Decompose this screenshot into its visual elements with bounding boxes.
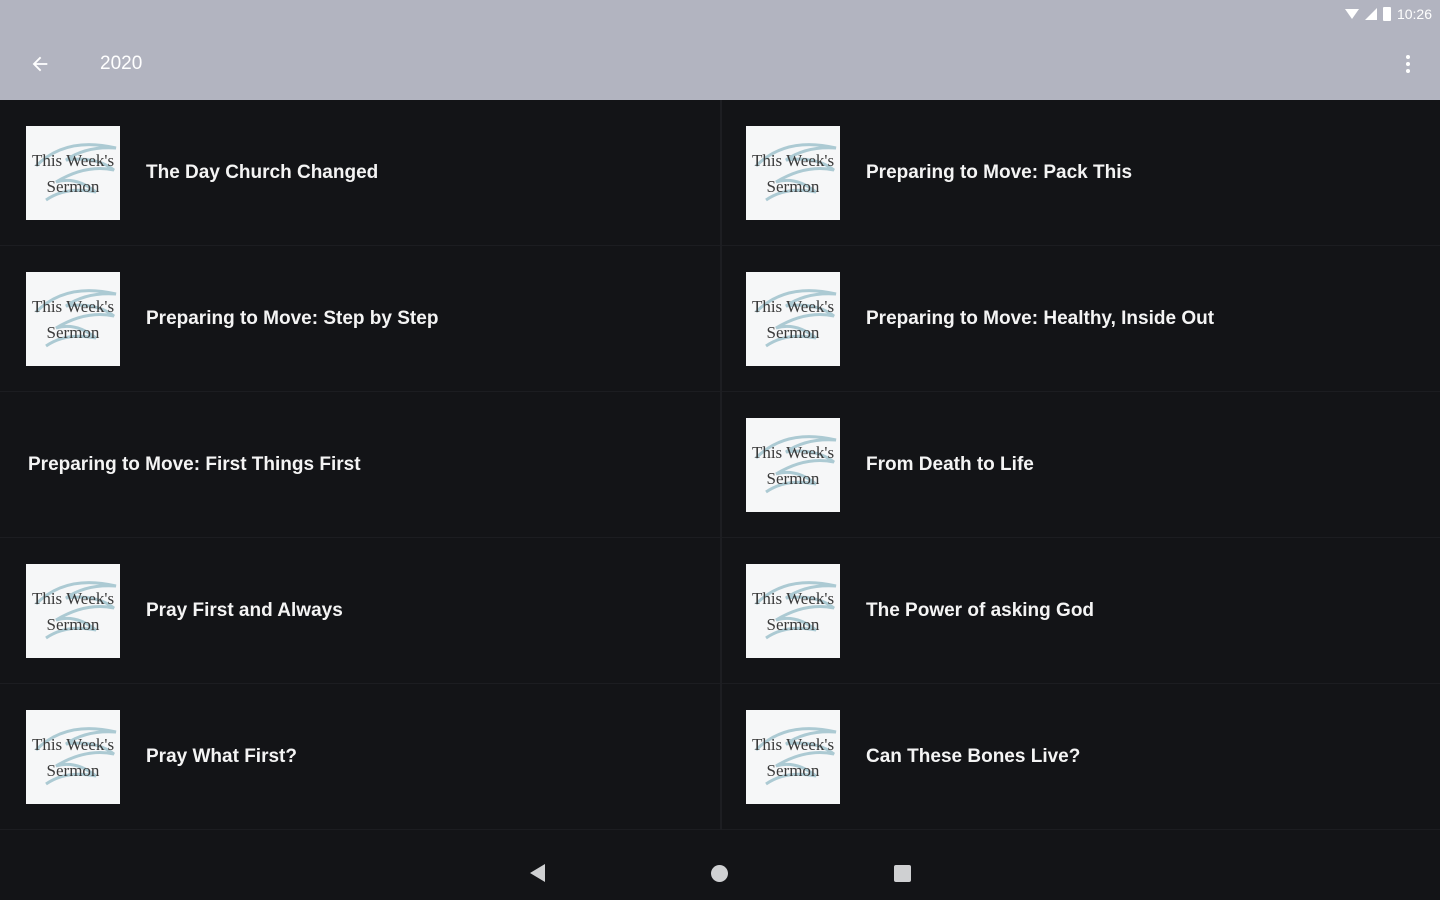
sermon-thumbnail: This Week's Sermon xyxy=(746,126,840,220)
status-bar: 10:26 xyxy=(0,0,1440,28)
sermon-title: Preparing to Move: Step by Step xyxy=(146,308,439,329)
sermon-thumbnail: This Week's Sermon xyxy=(746,564,840,658)
sermon-thumbnail: This Week's Sermon xyxy=(26,710,120,804)
sermon-list-item[interactable]: This Week's Sermon Preparing to Move: Step… xyxy=(0,246,720,392)
thumbnail-line1: This Week's xyxy=(32,735,114,754)
system-nav-bar xyxy=(0,845,1440,900)
sermon-title: The Day Church Changed xyxy=(146,162,379,183)
nav-home-icon[interactable] xyxy=(711,865,728,882)
sermon-list-item[interactable]: This Week's Sermon The Power of asking God xyxy=(720,538,1440,684)
sermon-thumbnail: This Week's Sermon xyxy=(26,564,120,658)
sermon-title: Preparing to Move: Healthy, Inside Out xyxy=(866,308,1215,329)
sermon-list-item[interactable]: Preparing to Move: First Things First xyxy=(0,392,720,538)
sermon-thumbnail: This Week's Sermon xyxy=(746,272,840,366)
sermon-thumbnail: This Week's Sermon xyxy=(746,418,840,512)
sermon-thumbnail: This Week's Sermon xyxy=(26,272,120,366)
thumbnail-line1: This Week's xyxy=(752,151,834,170)
sermon-thumbnail: This Week's Sermon xyxy=(746,710,840,804)
thumbnail-line2: Sermon xyxy=(47,615,100,634)
sermon-list-item[interactable]: This Week's Sermon From Death to Life xyxy=(720,392,1440,538)
thumbnail-line2: Sermon xyxy=(767,615,820,634)
thumbnail-line1: This Week's xyxy=(32,589,114,608)
back-button[interactable] xyxy=(24,48,56,80)
status-time: 10:26 xyxy=(1396,6,1432,22)
thumbnail-line2: Sermon xyxy=(47,323,100,342)
arrow-left-icon xyxy=(32,56,48,72)
sermon-title: Preparing to Move: First Things First xyxy=(28,454,361,475)
sermon-list-item[interactable]: This Week's Sermon Preparing to Move: Pack… xyxy=(720,100,1440,246)
thumbnail-line1: This Week's xyxy=(752,589,834,608)
thumbnail-line1: This Week's xyxy=(752,443,834,462)
thumbnail-line2: Sermon xyxy=(47,761,100,780)
sermon-title: Can These Bones Live? xyxy=(866,746,1081,767)
sermon-title: From Death to Life xyxy=(866,454,1034,475)
thumbnail-line1: This Week's xyxy=(32,151,114,170)
thumbnail-line2: Sermon xyxy=(767,469,820,488)
thumbnail-line1: This Week's xyxy=(32,297,114,316)
status-icons: 10:26 xyxy=(1344,5,1432,23)
nav-recents-icon[interactable] xyxy=(894,865,911,882)
more-vert-icon xyxy=(1406,55,1410,59)
signal-icon xyxy=(1364,8,1377,20)
app-bar: 2020 xyxy=(0,28,1440,100)
wifi-icon xyxy=(1344,9,1359,19)
thumbnail-line2: Sermon xyxy=(47,177,100,196)
overflow-menu-button[interactable] xyxy=(1396,48,1420,80)
page-title: 2020 xyxy=(100,53,143,74)
sermon-thumbnail: This Week's Sermon xyxy=(26,126,120,220)
sermon-list-item[interactable]: This Week's Sermon Pray First and Always xyxy=(0,538,720,684)
sermon-title: Preparing to Move: Pack This xyxy=(866,162,1133,183)
sermon-list-item[interactable]: This Week's Sermon Preparing to Move: Heal… xyxy=(720,246,1440,392)
thumbnail-line1: This Week's xyxy=(752,735,834,754)
sermon-list-item[interactable]: This Week's Sermon Pray What First? xyxy=(0,684,720,830)
sermon-title: Pray What First? xyxy=(146,746,297,767)
sermon-title: Pray First and Always xyxy=(146,600,343,621)
thumbnail-line2: Sermon xyxy=(767,323,820,342)
nav-back-icon[interactable] xyxy=(530,864,545,882)
battery-icon xyxy=(1382,7,1391,21)
sermon-list-item[interactable]: This Week's Sermon Can These Bones Live? xyxy=(720,684,1440,830)
thumbnail-line1: This Week's xyxy=(752,297,834,316)
thumbnail-line2: Sermon xyxy=(767,761,820,780)
sermon-list-item[interactable]: This Week's Sermon The Day Church Changed xyxy=(0,100,720,246)
sermon-title: The Power of asking God xyxy=(866,600,1095,621)
column-divider xyxy=(720,100,722,830)
thumbnail-line2: Sermon xyxy=(767,177,820,196)
